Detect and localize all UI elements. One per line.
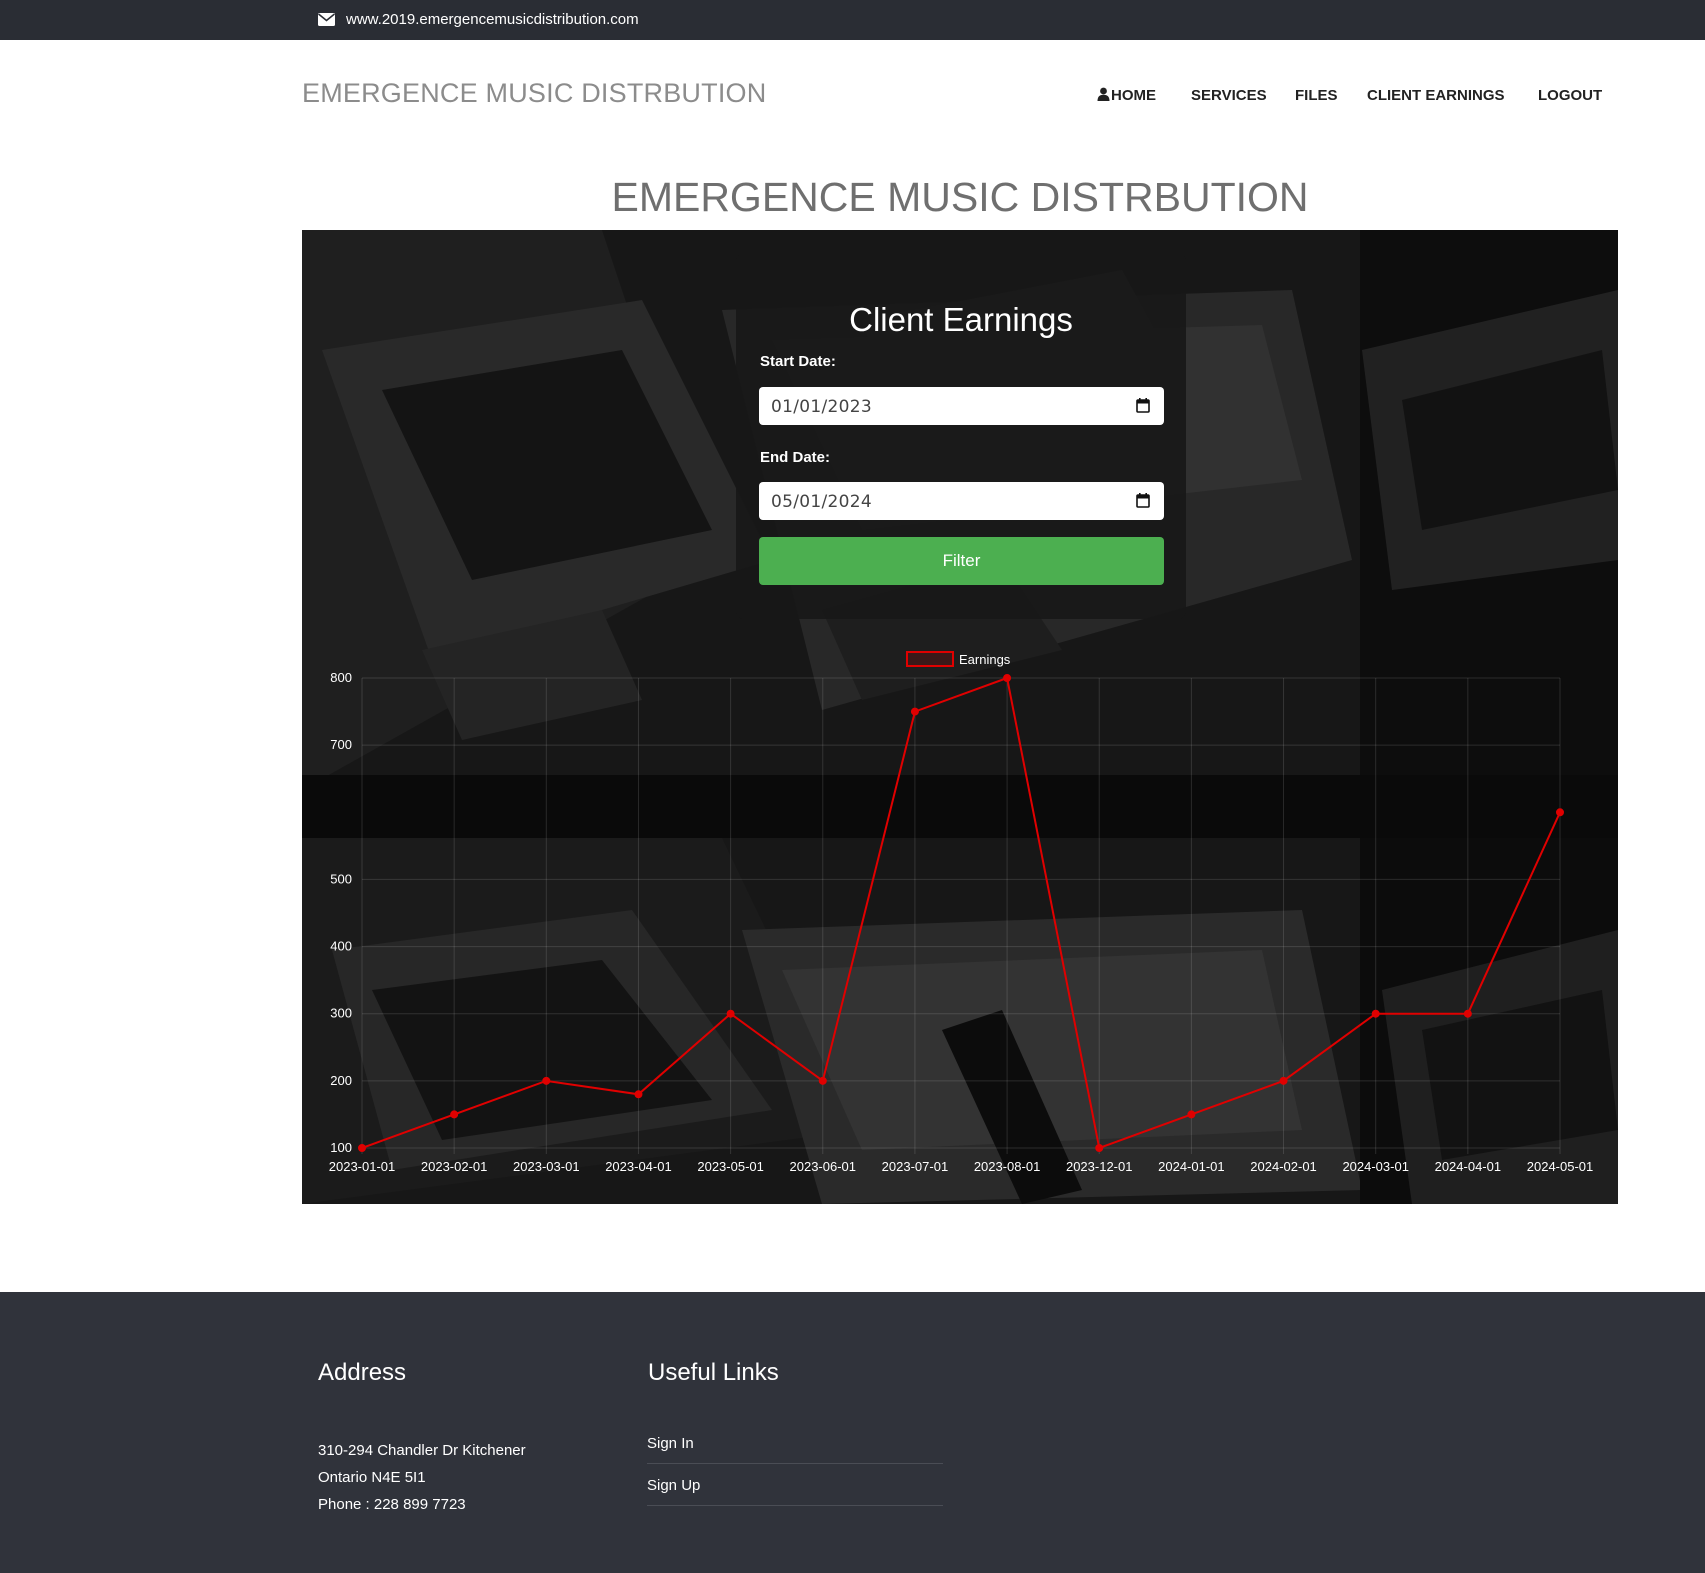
legend-label: Earnings xyxy=(959,652,1011,667)
page-title: EMERGENCE MUSIC DISTRBUTION xyxy=(611,174,1309,220)
nav-home[interactable]: HOME xyxy=(1097,87,1156,104)
address-line: Ontario N4E 5I1 xyxy=(318,1469,426,1486)
x-tick-label: 2023-05-01 xyxy=(697,1159,764,1174)
x-tick-label: 2023-08-01 xyxy=(974,1159,1041,1174)
x-tick-label: 2023-02-01 xyxy=(421,1159,488,1174)
earnings-data-point xyxy=(1279,1076,1288,1085)
nav-services[interactable]: SERVICES xyxy=(1191,87,1267,104)
x-tick-label: 2023-01-01 xyxy=(329,1159,396,1174)
footer-link-sign-in[interactable]: Sign In xyxy=(647,1422,943,1464)
nav-logout[interactable]: LOGOUT xyxy=(1538,87,1602,104)
envelope-icon xyxy=(318,13,335,26)
earnings-data-point xyxy=(1003,674,1012,682)
y-tick-label: 300 xyxy=(330,1006,352,1021)
y-tick-label: 800 xyxy=(330,670,352,685)
address-line: 310-294 Chandler Dr Kitchener xyxy=(318,1442,526,1459)
nav-client-earnings[interactable]: CLIENT EARNINGS xyxy=(1367,87,1505,104)
nav-home-label: HOME xyxy=(1111,87,1156,104)
y-tick-label: 100 xyxy=(330,1140,352,1155)
earnings-data-point xyxy=(1187,1110,1196,1119)
earnings-data-point xyxy=(634,1090,643,1099)
x-tick-label: 2024-01-01 xyxy=(1158,1159,1225,1174)
brand-logo-text[interactable]: EMERGENCE MUSIC DISTRBUTION xyxy=(302,78,766,109)
earnings-data-point xyxy=(726,1009,735,1018)
user-icon xyxy=(1097,87,1110,101)
x-tick-label: 2023-03-01 xyxy=(513,1159,580,1174)
y-tick-label: 700 xyxy=(330,737,352,752)
earnings-data-point xyxy=(450,1110,459,1119)
earnings-data-point xyxy=(1095,1144,1104,1152)
earnings-data-point xyxy=(1463,1009,1472,1018)
earnings-data-point xyxy=(1556,808,1564,817)
y-tick-label: 400 xyxy=(330,939,352,954)
x-tick-label: 2023-06-01 xyxy=(790,1159,857,1174)
address-block: 310-294 Chandler Dr Kitchener Ontario N4… xyxy=(318,1437,526,1518)
footer: Address 310-294 Chandler Dr Kitchener On… xyxy=(0,1292,1705,1573)
top-bar: www.2019.emergencemusicdistribution.com xyxy=(0,0,1705,40)
x-tick-label: 2024-05-01 xyxy=(1527,1159,1594,1174)
earnings-data-point xyxy=(1371,1009,1380,1018)
address-heading: Address xyxy=(318,1359,407,1386)
earnings-data-point xyxy=(358,1144,366,1152)
phone-line: Phone : 228 899 7723 xyxy=(318,1496,466,1513)
nav-files[interactable]: FILES xyxy=(1295,87,1338,104)
site-url[interactable]: www.2019.emergencemusicdistribution.com xyxy=(346,11,639,28)
legend-swatch xyxy=(906,651,954,667)
x-tick-label: 2024-03-01 xyxy=(1342,1159,1409,1174)
earnings-data-point xyxy=(542,1076,551,1085)
footer-link-sign-up[interactable]: Sign Up xyxy=(647,1464,943,1506)
y-tick-label: 500 xyxy=(330,871,352,886)
x-tick-label: 2024-02-01 xyxy=(1250,1159,1317,1174)
x-tick-label: 2023-07-01 xyxy=(882,1159,949,1174)
earnings-series-line xyxy=(361,676,1561,1150)
x-tick-label: 2023-12-01 xyxy=(1066,1159,1133,1174)
footer-link-label: Sign In xyxy=(647,1435,694,1452)
footer-link-label: Sign Up xyxy=(647,1477,701,1494)
hero-panel: Client Earnings Start Date: 01/01/2023 E… xyxy=(302,230,1618,1204)
earnings-data-point xyxy=(818,1076,827,1085)
useful-links-heading: Useful Links xyxy=(648,1359,779,1386)
x-tick-label: 2024-04-01 xyxy=(1435,1159,1502,1174)
y-tick-label: 200 xyxy=(330,1073,352,1088)
earnings-line-chart: 100 200 300 400 500 700 800 2023-01-01 2023-02-0… xyxy=(329,651,1594,1174)
x-tick-label: 2023-04-01 xyxy=(605,1159,672,1174)
earnings-data-point xyxy=(910,707,919,716)
